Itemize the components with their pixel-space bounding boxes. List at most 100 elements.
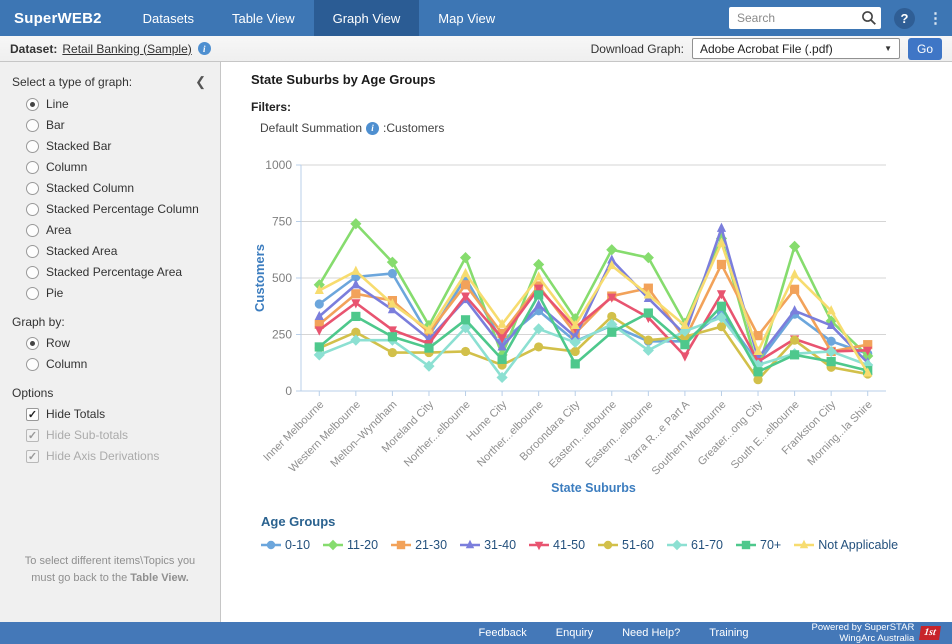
svg-text:Melton–Wyndham: Melton–Wyndham: [328, 399, 399, 470]
dataset-label: Dataset:: [10, 42, 57, 56]
svg-text:Yarra R...e Part A: Yarra R...e Part A: [623, 398, 692, 467]
sidebar: Select a type of graph: ❮ Line Bar Stacked…: [0, 62, 221, 622]
svg-text:750: 750: [272, 215, 292, 229]
radio-icon: [26, 119, 39, 132]
graph-by-heading: Graph by:: [12, 315, 210, 329]
graph-panel: State Suburbs by Age Groups Filters: Def…: [221, 62, 952, 622]
filter-info-icon[interactable]: i: [366, 122, 379, 135]
footer-link-training[interactable]: Training: [709, 627, 748, 639]
graph-type-area[interactable]: Area: [26, 223, 210, 237]
sidebar-note-bold: Table View.: [130, 572, 189, 584]
svg-text:0: 0: [285, 384, 292, 398]
powered-by-line1: Powered by SuperSTAR: [812, 622, 915, 633]
footer-links: Feedback Enquiry Need Help? Training: [478, 627, 777, 639]
radio-icon: [26, 266, 39, 279]
tab-graph-view[interactable]: Graph View: [314, 0, 420, 36]
search-icon[interactable]: [861, 10, 877, 26]
chart-title: State Suburbs by Age Groups: [251, 72, 952, 87]
graph-by-row[interactable]: Row: [26, 336, 210, 350]
first-logo: 1st: [919, 626, 941, 640]
radio-label: Row: [46, 336, 70, 350]
dataset-bar: Dataset: Retail Banking (Sample) i Downl…: [0, 36, 952, 62]
graph-type-stacked-column[interactable]: Stacked Column: [26, 181, 210, 195]
tab-datasets[interactable]: Datasets: [124, 0, 213, 36]
legend-item-11-20: 11-20: [323, 538, 378, 552]
radio-icon: [26, 203, 39, 216]
legend-item-51-60: 51-60: [598, 538, 654, 552]
graph-type-stacked-bar[interactable]: Stacked Bar: [26, 139, 210, 153]
line-chart: 02505007501000Inner MelbourneWestern Mel…: [251, 137, 952, 514]
help-icon[interactable]: ?: [894, 8, 915, 29]
legend-label: 21-30: [415, 538, 447, 552]
filters-label: Filters:: [251, 100, 952, 114]
graph-by-column[interactable]: Column: [26, 357, 210, 371]
radio-icon: [26, 140, 39, 153]
chevron-down-icon: ▼: [884, 44, 892, 53]
sidebar-note: To select different items\Topics you mus…: [0, 553, 220, 586]
dataset-info-icon[interactable]: i: [198, 42, 211, 55]
go-button[interactable]: Go: [908, 38, 942, 60]
filter-name: Default Summation: [260, 121, 362, 135]
options-heading: Options: [12, 386, 210, 400]
graph-type-stacked-percentage-area[interactable]: Stacked Percentage Area: [26, 265, 210, 279]
dataset-link[interactable]: Retail Banking (Sample): [62, 42, 191, 56]
graph-type-line[interactable]: Line: [26, 97, 210, 111]
legend-item-70+: 70+: [736, 538, 781, 552]
radio-label: Column: [46, 357, 87, 371]
legend-item-41-50: 41-50: [529, 538, 585, 552]
graph-type-column[interactable]: Column: [26, 160, 210, 174]
graph-type-stacked-percentage-column[interactable]: Stacked Percentage Column: [26, 202, 210, 216]
powered-by: Powered by SuperSTAR WingArc Australia: [812, 622, 915, 644]
legend-marker-icon: [598, 539, 618, 551]
top-nav: SuperWEB2 DatasetsTable ViewGraph ViewMa…: [0, 0, 952, 36]
legend-label: 11-20: [347, 538, 378, 552]
tab-table-view[interactable]: Table View: [213, 0, 314, 36]
download-graph-group: Download Graph: Adobe Acrobat File (.pdf…: [591, 38, 942, 60]
radio-icon: [26, 224, 39, 237]
search-input[interactable]: [729, 7, 881, 29]
graph-type-bar[interactable]: Bar: [26, 118, 210, 132]
radio-icon: [26, 245, 39, 258]
nav-tabs: DatasetsTable ViewGraph ViewMap View: [124, 0, 514, 36]
legend-marker-icon: [261, 539, 281, 551]
radio-label: Pie: [46, 286, 63, 300]
legend-label: 70+: [760, 538, 781, 552]
filter-item: Default Summation i : Customers: [260, 121, 952, 135]
collapse-sidebar-icon[interactable]: ❮: [195, 74, 206, 90]
svg-text:Norther...elbourne: Norther...elbourne: [402, 399, 473, 470]
search-box: [729, 7, 881, 29]
radio-label: Stacked Column: [46, 181, 134, 195]
svg-text:Greater...ong City: Greater...ong City: [696, 398, 766, 468]
radio-label: Column: [46, 160, 87, 174]
footer-link-need-help[interactable]: Need Help?: [622, 627, 680, 639]
graph-type-pie[interactable]: Pie: [26, 286, 210, 300]
option-hide-totals[interactable]: Hide Totals: [26, 407, 210, 421]
footer: Feedback Enquiry Need Help? Training Powere…: [0, 622, 952, 644]
radio-label: Line: [46, 97, 69, 111]
tab-map-view[interactable]: Map View: [419, 0, 514, 36]
overflow-menu-icon[interactable]: ⋮: [928, 9, 940, 27]
graph-type-heading: Select a type of graph:: [12, 75, 132, 89]
legend-item-21-30: 21-30: [391, 538, 447, 552]
options-list: Hide Totals Hide Sub-totals Hide Axis Deri…: [12, 407, 210, 463]
nav-right: ? ⋮: [729, 0, 952, 36]
legend-marker-icon: [667, 539, 687, 551]
radio-icon: [26, 98, 39, 111]
download-format-select[interactable]: Adobe Acrobat File (.pdf) ▼: [692, 38, 900, 59]
graph-by-list: Row Column: [12, 336, 210, 371]
legend-title: Age Groups: [261, 514, 952, 529]
legend-item-61-70: 61-70: [667, 538, 723, 552]
legend-marker-icon: [391, 539, 411, 551]
legend-label: Not Applicable: [818, 538, 898, 552]
graph-type-stacked-area[interactable]: Stacked Area: [26, 244, 210, 258]
option-hide-axis-derivations: Hide Axis Derivations: [26, 449, 210, 463]
radio-icon: [26, 161, 39, 174]
download-graph-label: Download Graph:: [591, 42, 684, 56]
option-hide-sub-totals: Hide Sub-totals: [26, 428, 210, 442]
svg-text:Eastern...elbourne: Eastern...elbourne: [547, 399, 619, 471]
legend-label: 0-10: [285, 538, 310, 552]
svg-text:Morning...la Shire: Morning...la Shire: [805, 399, 874, 468]
footer-link-feedback[interactable]: Feedback: [478, 627, 526, 639]
footer-link-enquiry[interactable]: Enquiry: [556, 627, 593, 639]
radio-label: Stacked Bar: [46, 139, 111, 153]
